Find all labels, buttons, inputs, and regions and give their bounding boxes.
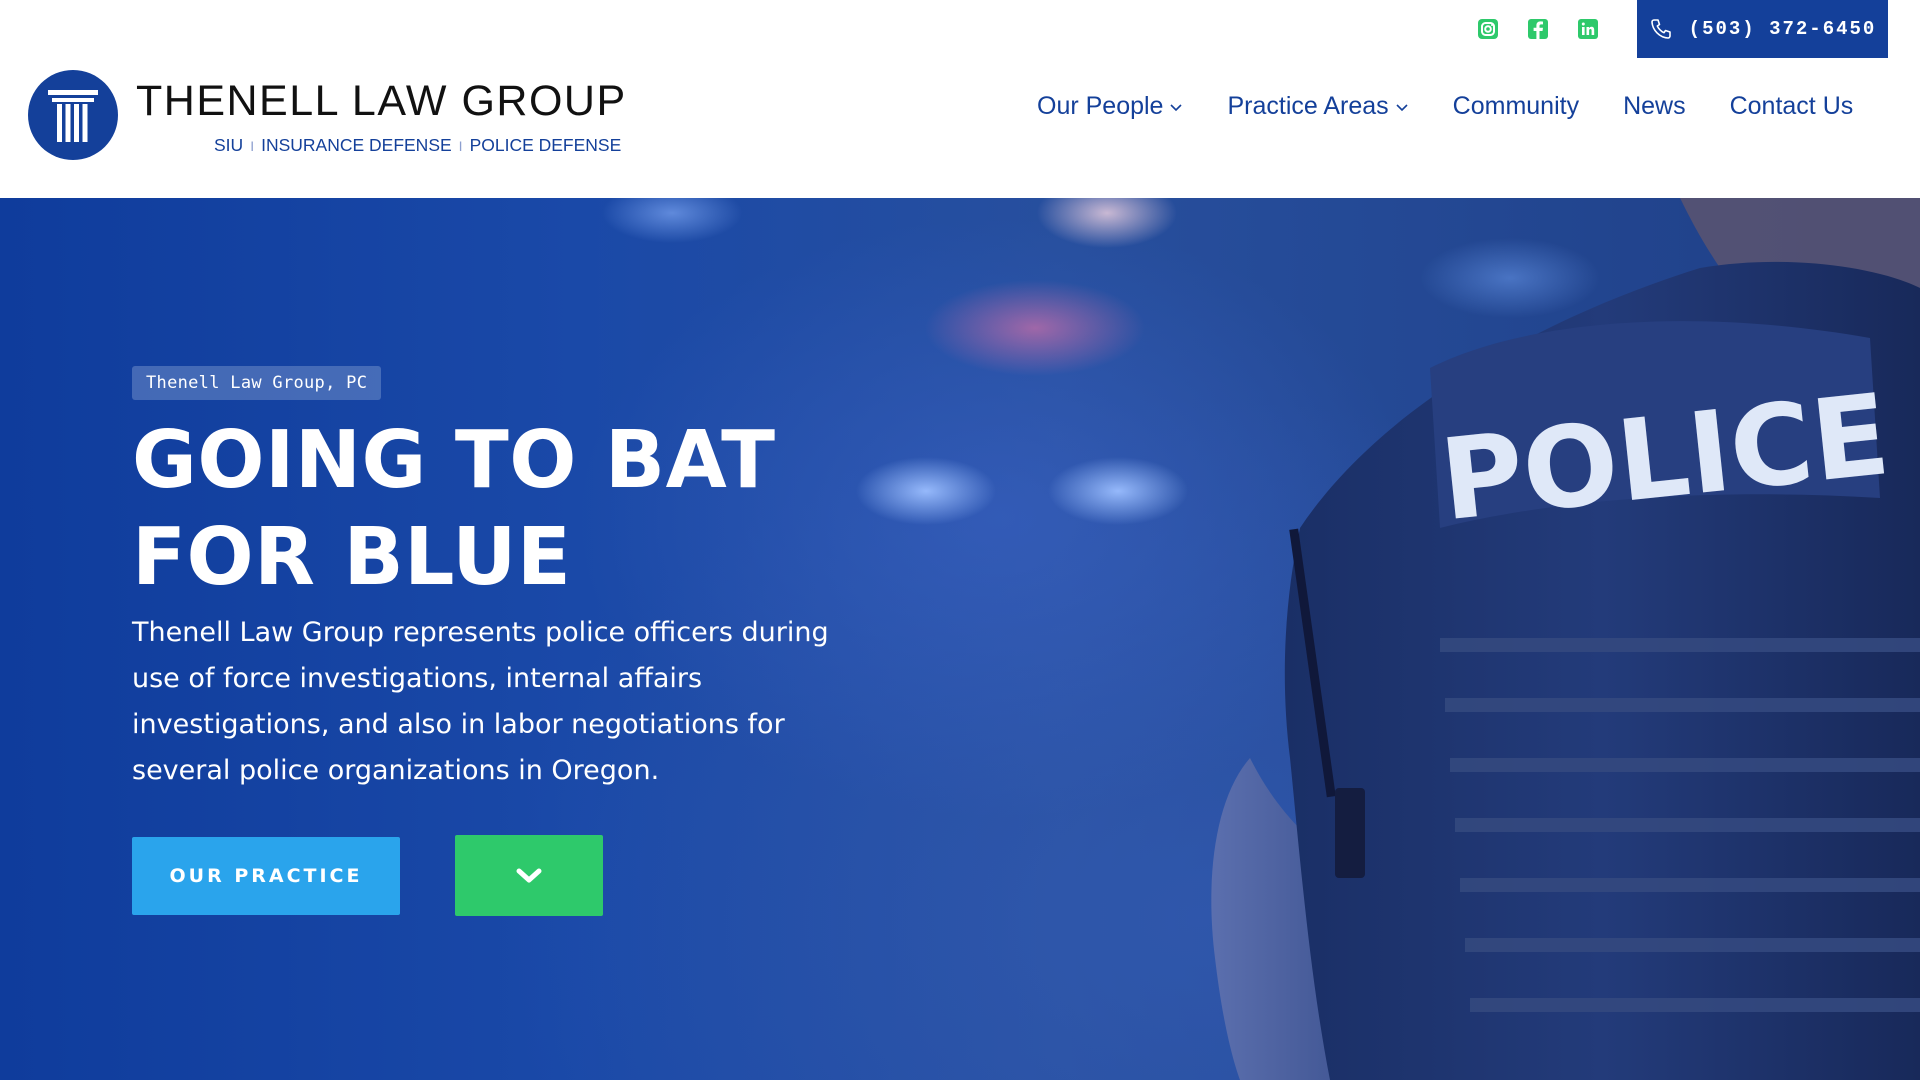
nav-label: Contact Us [1729,92,1854,120]
scroll-down-button[interactable] [455,835,603,916]
site-logo[interactable]: THENELL LAW GROUP SIU I INSURANCE DEFENS… [28,70,627,160]
hero-headline: GOING TO BAT FOR BLUE [132,412,852,606]
headline-line-1: GOING TO BAT [132,414,776,506]
nav-label: Practice Areas [1227,92,1389,120]
tagline-separator: I [458,137,463,154]
hero-section: POLICE Thenell Law Group, PC GOING TO BA… [0,198,1920,1080]
linkedin-icon[interactable] [1576,17,1600,41]
chevron-down-icon [1396,103,1408,111]
nav-item-practice-areas[interactable]: Practice Areas [1227,92,1408,121]
logo-tagline: SIU I INSURANCE DEFENSE I POLICE DEFENSE [214,135,627,156]
headline-line-2: FOR BLUE [132,511,572,603]
tagline-siu: SIU [214,135,244,155]
social-links [1476,17,1600,41]
tagline-separator: I [250,137,255,154]
nav-item-news[interactable]: News [1623,92,1686,121]
tagline-police-defense: POLICE DEFENSE [469,135,622,155]
site-header: THENELL LAW GROUP SIU I INSURANCE DEFENS… [0,0,1920,198]
nav-label: Our People [1037,92,1164,120]
nav-label: News [1623,92,1686,120]
logo-wordmark: THENELL LAW GROUP [136,77,627,125]
instagram-icon[interactable] [1476,17,1500,41]
hero-description: Thenell Law Group represents police offi… [132,617,829,786]
nav-item-community[interactable]: Community [1453,92,1579,121]
phone-icon [1650,19,1671,39]
nav-item-contact-us[interactable]: Contact Us [1730,92,1854,121]
our-practice-button[interactable]: OUR PRACTICE [132,837,400,915]
chevron-down-icon [1170,103,1183,111]
nav-label: Community [1452,92,1580,120]
column-logo-icon [28,70,118,160]
main-nav: Our People Practice Areas Community News… [1037,92,1853,121]
phone-number: (503) 372-6450 [1688,18,1877,40]
chevron-down-icon [516,868,542,882]
nav-item-our-people[interactable]: Our People [1037,92,1183,121]
phone-button[interactable]: (503) 372-6450 [1637,0,1888,58]
hero-kicker: Thenell Law Group, PC [132,366,382,400]
tagline-insurance-defense: INSURANCE DEFENSE [261,135,452,155]
facebook-icon[interactable] [1526,17,1550,41]
